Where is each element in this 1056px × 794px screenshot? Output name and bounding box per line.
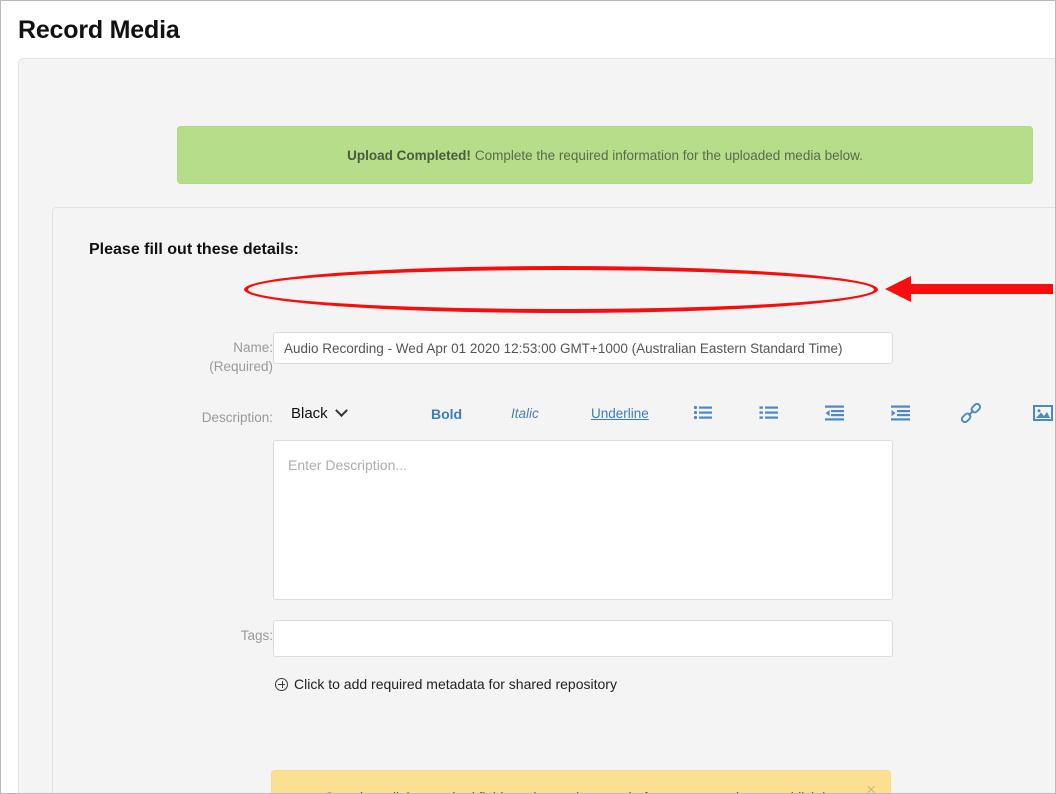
description-editor[interactable]: Enter Description... <box>273 440 893 600</box>
name-field-label: Name: (Required) <box>73 338 273 376</box>
details-panel: Please fill out these details: Name: (Re… <box>52 207 1055 793</box>
indent-icon[interactable] <box>891 403 911 423</box>
unordered-list-icon[interactable] <box>693 403 713 423</box>
bold-button[interactable]: Bold <box>431 401 462 426</box>
publish-warning-text: Complete all the required fields and sav… <box>324 790 844 793</box>
name-input[interactable] <box>273 332 893 364</box>
description-placeholder: Enter Description... <box>288 457 408 473</box>
outdent-icon[interactable] <box>825 403 845 423</box>
description-field-label: Description: <box>201 410 273 425</box>
name-required-text: (Required) <box>209 359 273 374</box>
app-viewport: Record Media Upload Completed! Complete … <box>0 0 1056 794</box>
underline-button[interactable]: Underline <box>591 401 649 426</box>
image-icon[interactable] <box>1033 403 1053 423</box>
font-color-value: Black <box>291 405 328 422</box>
add-metadata-link[interactable]: Click to add required metadata for share… <box>275 676 617 692</box>
font-color-select[interactable]: Black <box>291 401 348 426</box>
chevron-down-icon <box>334 404 348 418</box>
tags-input[interactable] <box>273 620 893 657</box>
add-metadata-label: Click to add required metadata for share… <box>294 676 617 692</box>
page-title: Record Media <box>18 16 180 44</box>
publish-warning-alert: Complete all the required fields and sav… <box>271 770 891 793</box>
close-icon[interactable]: × <box>866 781 876 793</box>
upload-success-strong: Upload Completed! <box>347 147 471 163</box>
ordered-list-icon[interactable] <box>759 403 779 423</box>
link-icon[interactable] <box>960 402 982 424</box>
plus-circle-icon <box>275 677 288 691</box>
section-title: Please fill out these details: <box>89 241 299 258</box>
outer-panel: Upload Completed! Complete the required … <box>18 58 1055 793</box>
upload-success-alert: Upload Completed! Complete the required … <box>177 126 1033 184</box>
rich-text-toolbar: Black Bold Italic Underline <box>273 401 1053 434</box>
name-label-text: Name: <box>233 340 273 355</box>
italic-button[interactable]: Italic <box>511 401 539 426</box>
tags-field-label: Tags: <box>240 628 273 643</box>
upload-success-message: Complete the required information for th… <box>474 147 863 163</box>
